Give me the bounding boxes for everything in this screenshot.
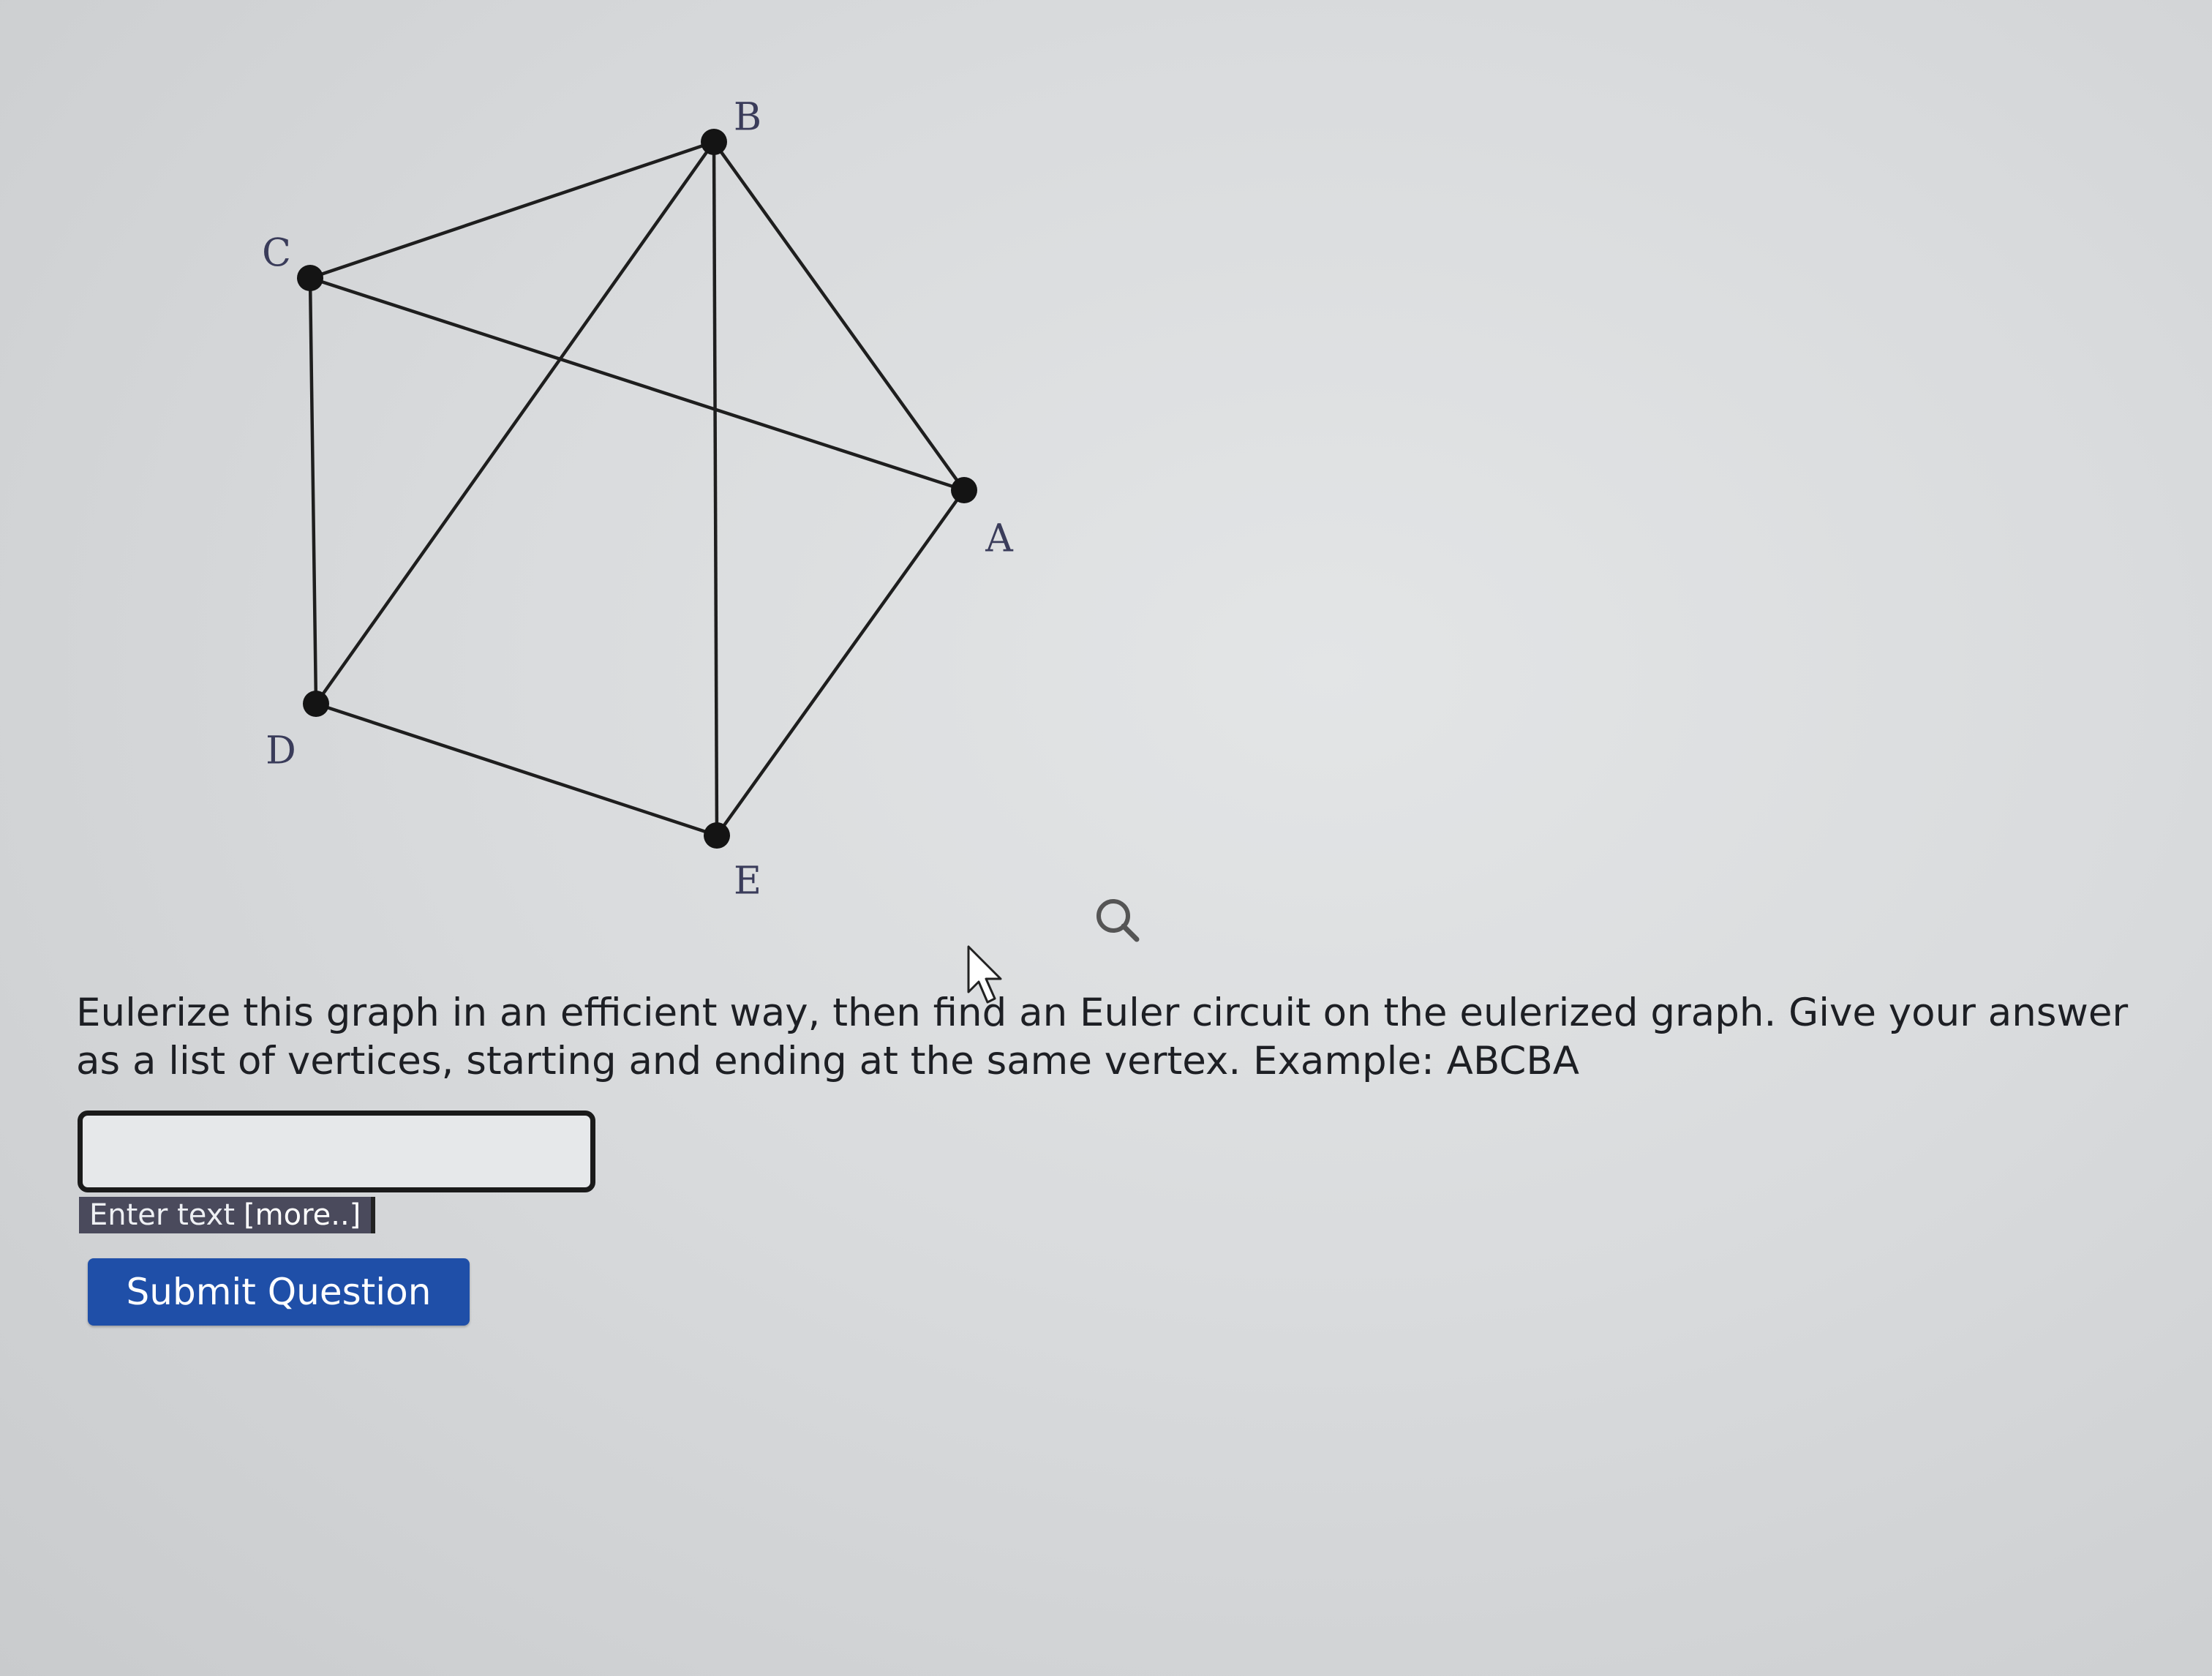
vertex-label-a: A [985, 517, 1014, 561]
vertex-d [303, 691, 329, 717]
vertex-a [951, 477, 977, 503]
question-page: A B C D E Eulerize this graph in an efficien… [0, 0, 2212, 1676]
submit-question-button[interactable]: Submit Question [88, 1258, 470, 1326]
vertex-label-b: B [734, 96, 761, 140]
graph-vertex-labels: A B C D E [262, 96, 1014, 903]
vertex-e [704, 822, 730, 849]
graph-figure: A B C D E [262, 96, 1014, 903]
input-helper: Enter text [more..] [79, 1197, 376, 1233]
edge-ca [309, 276, 965, 492]
vertex-label-c: C [262, 232, 291, 276]
vertex-b [701, 129, 727, 155]
answer-input[interactable] [78, 1111, 595, 1192]
magnifier-icon[interactable] [1090, 893, 1148, 951]
edge-cd [308, 277, 318, 704]
edge-be [712, 141, 719, 836]
graph-vertices [297, 129, 977, 849]
edge-cb [309, 140, 715, 280]
edge-ae [715, 489, 966, 837]
edge-ba [712, 140, 966, 492]
graph-edges [308, 140, 966, 838]
edge-de [315, 702, 718, 838]
more-link[interactable]: [more..] [244, 1198, 361, 1232]
edge-bd [315, 140, 715, 705]
question-text: Eulerize this graph in an efficient way,… [76, 991, 2129, 1083]
vertex-c [297, 265, 323, 291]
helper-label: Enter text [89, 1198, 236, 1232]
vertex-label-d: D [266, 729, 296, 773]
vertex-label-e: E [734, 860, 761, 903]
